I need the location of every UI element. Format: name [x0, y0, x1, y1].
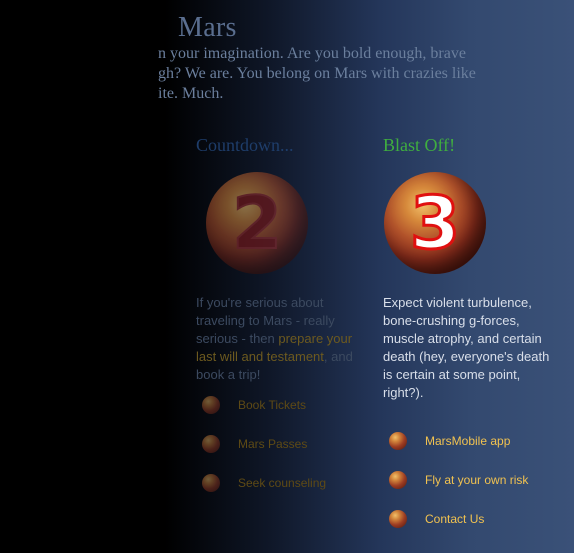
- mars-icon: [389, 510, 407, 528]
- countdown-text: If you're serious about traveling to Mar…: [196, 294, 371, 384]
- blastoff-number: 3: [408, 180, 461, 267]
- link-label: MarsMobile app: [425, 434, 511, 448]
- book-tickets-link[interactable]: Book Tickets: [202, 396, 306, 414]
- link-label: Book Tickets: [238, 398, 307, 412]
- link-label: Contact Us: [425, 512, 485, 526]
- mars-icon: [202, 474, 220, 492]
- link-label: Mars Passes: [238, 437, 308, 451]
- mars-planet-image: 3: [384, 172, 486, 274]
- link-label: Fly at your own risk: [425, 473, 529, 487]
- mars-icon: [202, 435, 220, 453]
- blastoff-text: Expect violent turbulence, bone-crushing…: [383, 295, 550, 400]
- link-label: Seek counseling: [238, 476, 327, 490]
- mars-planet-image: 2: [206, 172, 308, 274]
- marsmobile-app-link[interactable]: MarsMobile app: [389, 432, 510, 450]
- mars-passes-link[interactable]: Mars Passes: [202, 435, 307, 453]
- mars-icon: [389, 471, 407, 489]
- page-title: Mars: [178, 12, 237, 43]
- intro-line-1: n your imagination. Are you bold enough,…: [158, 45, 466, 62]
- countdown-heading: Countdown...: [196, 135, 294, 155]
- intro-line-3: ite. Much.: [158, 85, 224, 102]
- blastoff-heading: Blast Off!: [383, 135, 456, 155]
- intro-paragraph: n your imagination. Are you bold enough,…: [0, 44, 574, 108]
- fly-at-your-own-risk-link[interactable]: Fly at your own risk: [389, 471, 528, 489]
- mars-icon: [389, 432, 407, 450]
- contact-us-link[interactable]: Contact Us: [389, 510, 484, 528]
- seek-counseling-link[interactable]: Seek counseling: [202, 474, 326, 492]
- intro-line-2: gh? We are. You belong on Mars with craz…: [158, 65, 476, 82]
- mars-icon: [202, 396, 220, 414]
- countdown-number: 2: [231, 180, 283, 266]
